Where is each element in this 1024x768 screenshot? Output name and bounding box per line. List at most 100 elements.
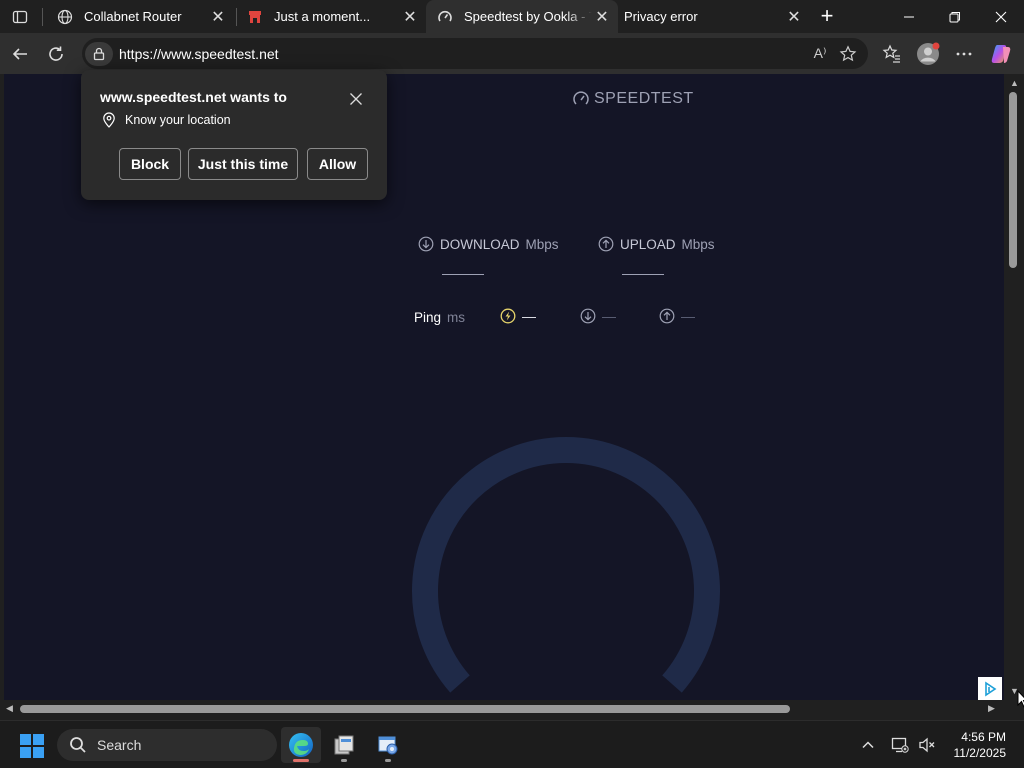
just-this-time-button[interactable]: Just this time bbox=[188, 148, 298, 180]
address-bar[interactable]: https://www.speedtest.net A⁾ bbox=[82, 38, 868, 69]
horizontal-scrollbar[interactable]: ◀ ▶ bbox=[0, 700, 1004, 718]
close-icon bbox=[995, 11, 1007, 22]
plus-icon: + bbox=[820, 3, 834, 28]
horizontal-scroll-thumb[interactable] bbox=[20, 705, 790, 713]
profile-button[interactable] bbox=[913, 39, 943, 69]
search-placeholder: Search bbox=[97, 737, 142, 753]
download-arrow-icon bbox=[418, 236, 434, 252]
tab-title: Just a moment... bbox=[274, 9, 371, 24]
network-disconnected-icon bbox=[891, 737, 909, 753]
upload-arrow-icon bbox=[598, 236, 614, 252]
upload-value-placeholder bbox=[622, 274, 664, 275]
tab-close-button[interactable]: ✕ bbox=[208, 7, 228, 27]
idle-latency-value: — bbox=[522, 308, 536, 324]
ad-choices-button[interactable] bbox=[978, 677, 1002, 701]
taskbar-search[interactable]: Search bbox=[57, 729, 277, 761]
read-aloud-button[interactable]: A⁾ bbox=[806, 40, 834, 68]
network-status-button[interactable] bbox=[890, 735, 910, 755]
favorites-button[interactable] bbox=[877, 39, 907, 69]
favorites-icon bbox=[882, 44, 900, 63]
scroll-right-arrow-icon[interactable]: ▶ bbox=[988, 703, 995, 714]
favorite-star-button[interactable] bbox=[834, 40, 862, 68]
permission-text: Know your location bbox=[125, 113, 231, 127]
globe-icon bbox=[56, 8, 74, 26]
site-info-button[interactable] bbox=[85, 41, 113, 66]
file-manager-icon bbox=[334, 735, 354, 755]
speedtest-logo[interactable]: SPEEDTEST bbox=[572, 90, 694, 108]
control-panel-icon bbox=[378, 736, 398, 755]
download-latency: — bbox=[580, 308, 616, 324]
taskbar-app-2[interactable] bbox=[324, 727, 364, 763]
restore-button[interactable] bbox=[932, 0, 978, 33]
read-aloud-icon: A⁾ bbox=[813, 45, 827, 61]
clock-time: 4:56 PM bbox=[961, 730, 1006, 744]
tab-close-button[interactable]: ✕ bbox=[784, 7, 804, 27]
url-text: https://www.speedtest.net bbox=[119, 45, 279, 62]
download-value-placeholder bbox=[442, 274, 484, 275]
app-indicator bbox=[341, 759, 347, 762]
show-hidden-icons-button[interactable] bbox=[858, 735, 878, 755]
close-icon bbox=[350, 93, 362, 105]
back-arrow-icon bbox=[12, 48, 27, 60]
download-metric: DOWNLOAD Mbps bbox=[418, 236, 559, 275]
taskbar-app-3[interactable] bbox=[368, 727, 408, 763]
ad-choices-icon bbox=[985, 681, 997, 697]
ping-unit: ms bbox=[447, 310, 466, 325]
logo-text: SPEEDTEST bbox=[594, 90, 694, 107]
close-window-button[interactable] bbox=[978, 0, 1024, 33]
tab-privacy-error[interactable]: Privacy error ✕ bbox=[614, 0, 810, 33]
tab-title: Privacy error bbox=[624, 9, 698, 24]
copilot-icon bbox=[991, 45, 1011, 63]
volume-button[interactable] bbox=[917, 735, 937, 755]
avatar-icon bbox=[917, 42, 940, 65]
ping-row: Ping ms bbox=[414, 310, 465, 325]
tab-collabnet-router[interactable]: Collabnet Router ✕ bbox=[46, 0, 234, 33]
lock-icon bbox=[93, 47, 105, 60]
vertical-scroll-thumb[interactable] bbox=[1009, 92, 1017, 268]
download-label: DOWNLOAD bbox=[440, 236, 520, 252]
tab-title: Collabnet Router bbox=[84, 9, 182, 24]
taskbar-edge[interactable] bbox=[281, 727, 321, 763]
windows-taskbar: Search 4:56 PM 11/2/2025 bbox=[0, 720, 1024, 768]
upload-label: UPLOAD bbox=[620, 236, 676, 252]
back-button[interactable] bbox=[5, 39, 35, 69]
tab-speedtest[interactable]: Speedtest by Ookla - The ✕ bbox=[426, 0, 618, 33]
red-store-icon bbox=[246, 8, 264, 26]
upload-unit: Mbps bbox=[681, 236, 715, 252]
edge-browser-icon bbox=[289, 733, 313, 757]
tab-separator bbox=[42, 8, 43, 26]
refresh-icon bbox=[49, 46, 63, 61]
upload-latency-value: — bbox=[681, 308, 695, 324]
download-latency-value: — bbox=[602, 308, 616, 324]
browser-toolbar: https://www.speedtest.net A⁾ bbox=[0, 33, 1024, 74]
tab-close-button[interactable]: ✕ bbox=[400, 7, 420, 27]
search-icon bbox=[70, 737, 86, 753]
speedtest-gauge-icon bbox=[573, 91, 589, 105]
taskbar-clock[interactable]: 4:56 PM 11/2/2025 bbox=[946, 729, 1007, 761]
tab-actions-button[interactable] bbox=[8, 6, 32, 28]
vertical-scrollbar[interactable]: ▲ ▼ bbox=[1004, 74, 1024, 700]
windows-logo-icon bbox=[20, 734, 44, 758]
download-unit: Mbps bbox=[525, 236, 559, 252]
clock-date: 11/2/2025 bbox=[953, 746, 1007, 760]
new-tab-button[interactable]: + bbox=[814, 3, 840, 29]
tab-close-button[interactable]: ✕ bbox=[592, 7, 612, 27]
permission-close-button[interactable] bbox=[345, 88, 367, 110]
start-button[interactable] bbox=[20, 734, 44, 758]
minimize-button[interactable] bbox=[886, 0, 932, 33]
allow-button[interactable]: Allow bbox=[307, 148, 368, 180]
volume-muted-icon bbox=[919, 737, 935, 753]
tab-just-a-moment[interactable]: Just a moment... ✕ bbox=[236, 0, 426, 33]
scroll-up-arrow-icon[interactable]: ▲ bbox=[1010, 78, 1019, 88]
tab-strip: Collabnet Router ✕ Just a moment... ✕ Sp… bbox=[0, 0, 1024, 33]
copilot-button[interactable] bbox=[986, 39, 1016, 69]
block-button[interactable]: Block bbox=[119, 148, 181, 180]
upload-metric: UPLOAD Mbps bbox=[598, 236, 715, 275]
restore-icon bbox=[949, 11, 960, 22]
tab-actions-icon bbox=[12, 10, 28, 24]
tab-title: Speedtest by Ookla - The bbox=[464, 9, 592, 24]
chevron-up-icon bbox=[862, 741, 874, 749]
scroll-left-arrow-icon[interactable]: ◀ bbox=[6, 703, 13, 714]
settings-more-button[interactable] bbox=[949, 39, 979, 69]
refresh-button[interactable] bbox=[41, 39, 71, 69]
